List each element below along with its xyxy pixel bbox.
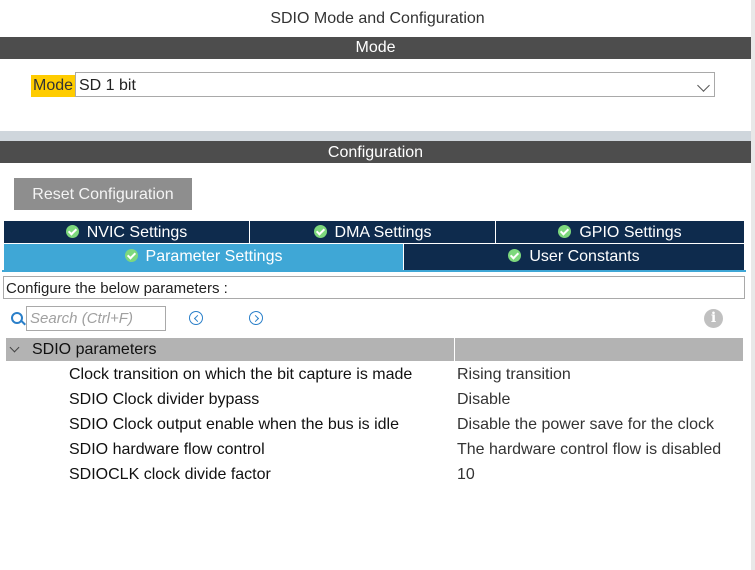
tab-dma-settings[interactable]: DMA Settings (250, 221, 496, 243)
info-icon[interactable]: i (704, 309, 723, 328)
search-icon (11, 312, 23, 324)
param-value-clock-divider-bypass[interactable]: Disable (457, 391, 510, 409)
tab-nvic-settings[interactable]: NVIC Settings (4, 221, 250, 243)
tab-user-constants[interactable]: User Constants (404, 244, 744, 270)
check-circle-icon (558, 225, 572, 238)
check-circle-icon (124, 249, 138, 262)
param-value-hardware-flow-control[interactable]: The hardware control flow is disabled (457, 441, 721, 459)
tab-underline (2, 270, 746, 272)
mode-label: Mode (31, 75, 76, 97)
param-value-clock-transition[interactable]: Rising transition (457, 366, 571, 384)
check-circle-icon (508, 249, 522, 262)
param-name-clock-divide-factor[interactable]: SDIOCLK clock divide factor (69, 466, 271, 484)
param-name-hardware-flow-control[interactable]: SDIO hardware flow control (69, 441, 265, 459)
parameter-group-label: SDIO parameters (32, 341, 157, 358)
mode-select[interactable]: SD 1 bit (75, 72, 715, 97)
section-divider (0, 131, 751, 141)
check-circle-icon (313, 225, 327, 238)
window-title: SDIO Mode and Configuration (270, 10, 485, 27)
previous-match-icon[interactable] (189, 311, 203, 325)
param-value-clock-output-enable[interactable]: Disable the power save for the clock (457, 416, 714, 434)
chevron-down-icon[interactable] (697, 79, 710, 92)
reset-configuration-button[interactable]: Reset Configuration (14, 178, 192, 210)
param-name-clock-transition[interactable]: Clock transition on which the bit captur… (69, 366, 412, 384)
search-input[interactable] (26, 306, 166, 331)
configuration-section-header: Configuration (0, 141, 751, 163)
param-value-clock-divide-factor[interactable]: 10 (457, 466, 475, 484)
param-name-clock-output-enable[interactable]: SDIO Clock output enable when the bus is… (69, 416, 399, 434)
column-divider (454, 338, 455, 361)
tab-label: NVIC Settings (86, 224, 188, 241)
tab-parameter-settings[interactable]: Parameter Settings (4, 244, 404, 270)
mode-select-value: SD 1 bit (79, 77, 136, 94)
tab-label: DMA Settings (334, 224, 432, 241)
next-match-icon[interactable] (249, 311, 263, 325)
tab-label: Parameter Settings (145, 248, 283, 265)
param-name-clock-divider-bypass[interactable]: SDIO Clock divider bypass (69, 391, 259, 409)
configure-hint: Configure the below parameters : (3, 276, 745, 299)
tab-gpio-settings[interactable]: GPIO Settings (496, 221, 744, 243)
check-circle-icon (65, 225, 79, 238)
tab-label: GPIO Settings (579, 224, 682, 241)
tab-label: User Constants (529, 248, 640, 265)
scrollbar-track[interactable] (751, 0, 755, 570)
mode-section-header: Mode (0, 37, 751, 59)
